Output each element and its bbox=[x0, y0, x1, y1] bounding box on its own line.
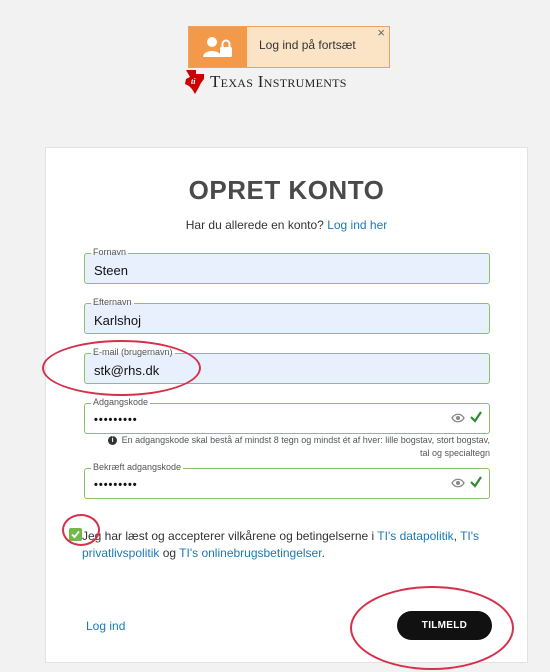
agree-checkbox[interactable] bbox=[69, 528, 82, 541]
ti-logo[interactable]: ti Texas Instruments bbox=[184, 68, 347, 96]
valid-check-icon bbox=[470, 476, 482, 488]
signin-prompt: Har du allerede en konto? Log ind her bbox=[185, 218, 388, 232]
email-field[interactable]: E-mail (brugernavn) stk@rhs.dk bbox=[84, 347, 490, 384]
field-label: Adgangskode bbox=[91, 397, 151, 408]
field-value: Karlshoj bbox=[94, 313, 141, 328]
login-link[interactable]: Log ind bbox=[86, 619, 125, 633]
valid-check-icon bbox=[470, 411, 482, 423]
field-value: ••••••••• bbox=[94, 414, 138, 426]
field-value: Steen bbox=[94, 263, 128, 278]
submit-button[interactable]: TILMELD bbox=[397, 611, 492, 640]
terms-text: Jeg har læst og accepterer vilkårene og … bbox=[82, 529, 480, 560]
first-name-field[interactable]: Fornavn Steen bbox=[84, 247, 490, 284]
login-toast: Log ind på fortsæt × bbox=[188, 25, 390, 68]
svg-text:ti: ti bbox=[191, 77, 196, 86]
field-label: Bekræft adgangskode bbox=[91, 462, 184, 473]
info-icon: i bbox=[108, 436, 118, 446]
terms-of-use-link[interactable]: TI's onlinebrugsbetingelser bbox=[179, 546, 321, 560]
confirm-password-field[interactable]: Bekræft adgangskode ••••••••• bbox=[84, 462, 490, 499]
signin-link[interactable]: Log ind her bbox=[327, 218, 387, 232]
user-lock-icon bbox=[189, 27, 247, 67]
field-value: ••••••••• bbox=[94, 479, 138, 491]
ti-map-icon: ti bbox=[185, 70, 204, 94]
eye-icon[interactable] bbox=[451, 477, 465, 489]
checkmark-icon bbox=[71, 530, 80, 539]
eye-icon[interactable] bbox=[451, 412, 465, 424]
field-label: Fornavn bbox=[91, 247, 129, 258]
last-name-field[interactable]: Efternavn Karlshoj bbox=[84, 297, 490, 334]
field-value: stk@rhs.dk bbox=[94, 363, 160, 378]
toast-message: Log ind på fortsæt bbox=[259, 38, 356, 52]
field-label: E-mail (brugernavn) bbox=[91, 347, 175, 358]
password-field[interactable]: Adgangskode ••••••••• bbox=[84, 397, 490, 434]
page-title: OPRET KONTO bbox=[188, 175, 385, 205]
signup-card: OPRET KONTO Har du allerede en konto? Lo… bbox=[45, 147, 528, 663]
close-icon[interactable]: × bbox=[377, 25, 385, 40]
privacy-data-link[interactable]: TI's datapolitik bbox=[377, 529, 453, 543]
brand-name: Texas Instruments bbox=[210, 72, 347, 91]
field-label: Efternavn bbox=[91, 297, 134, 308]
password-hint: i En adgangskode skal bestå af mindst 8 … bbox=[106, 434, 490, 460]
